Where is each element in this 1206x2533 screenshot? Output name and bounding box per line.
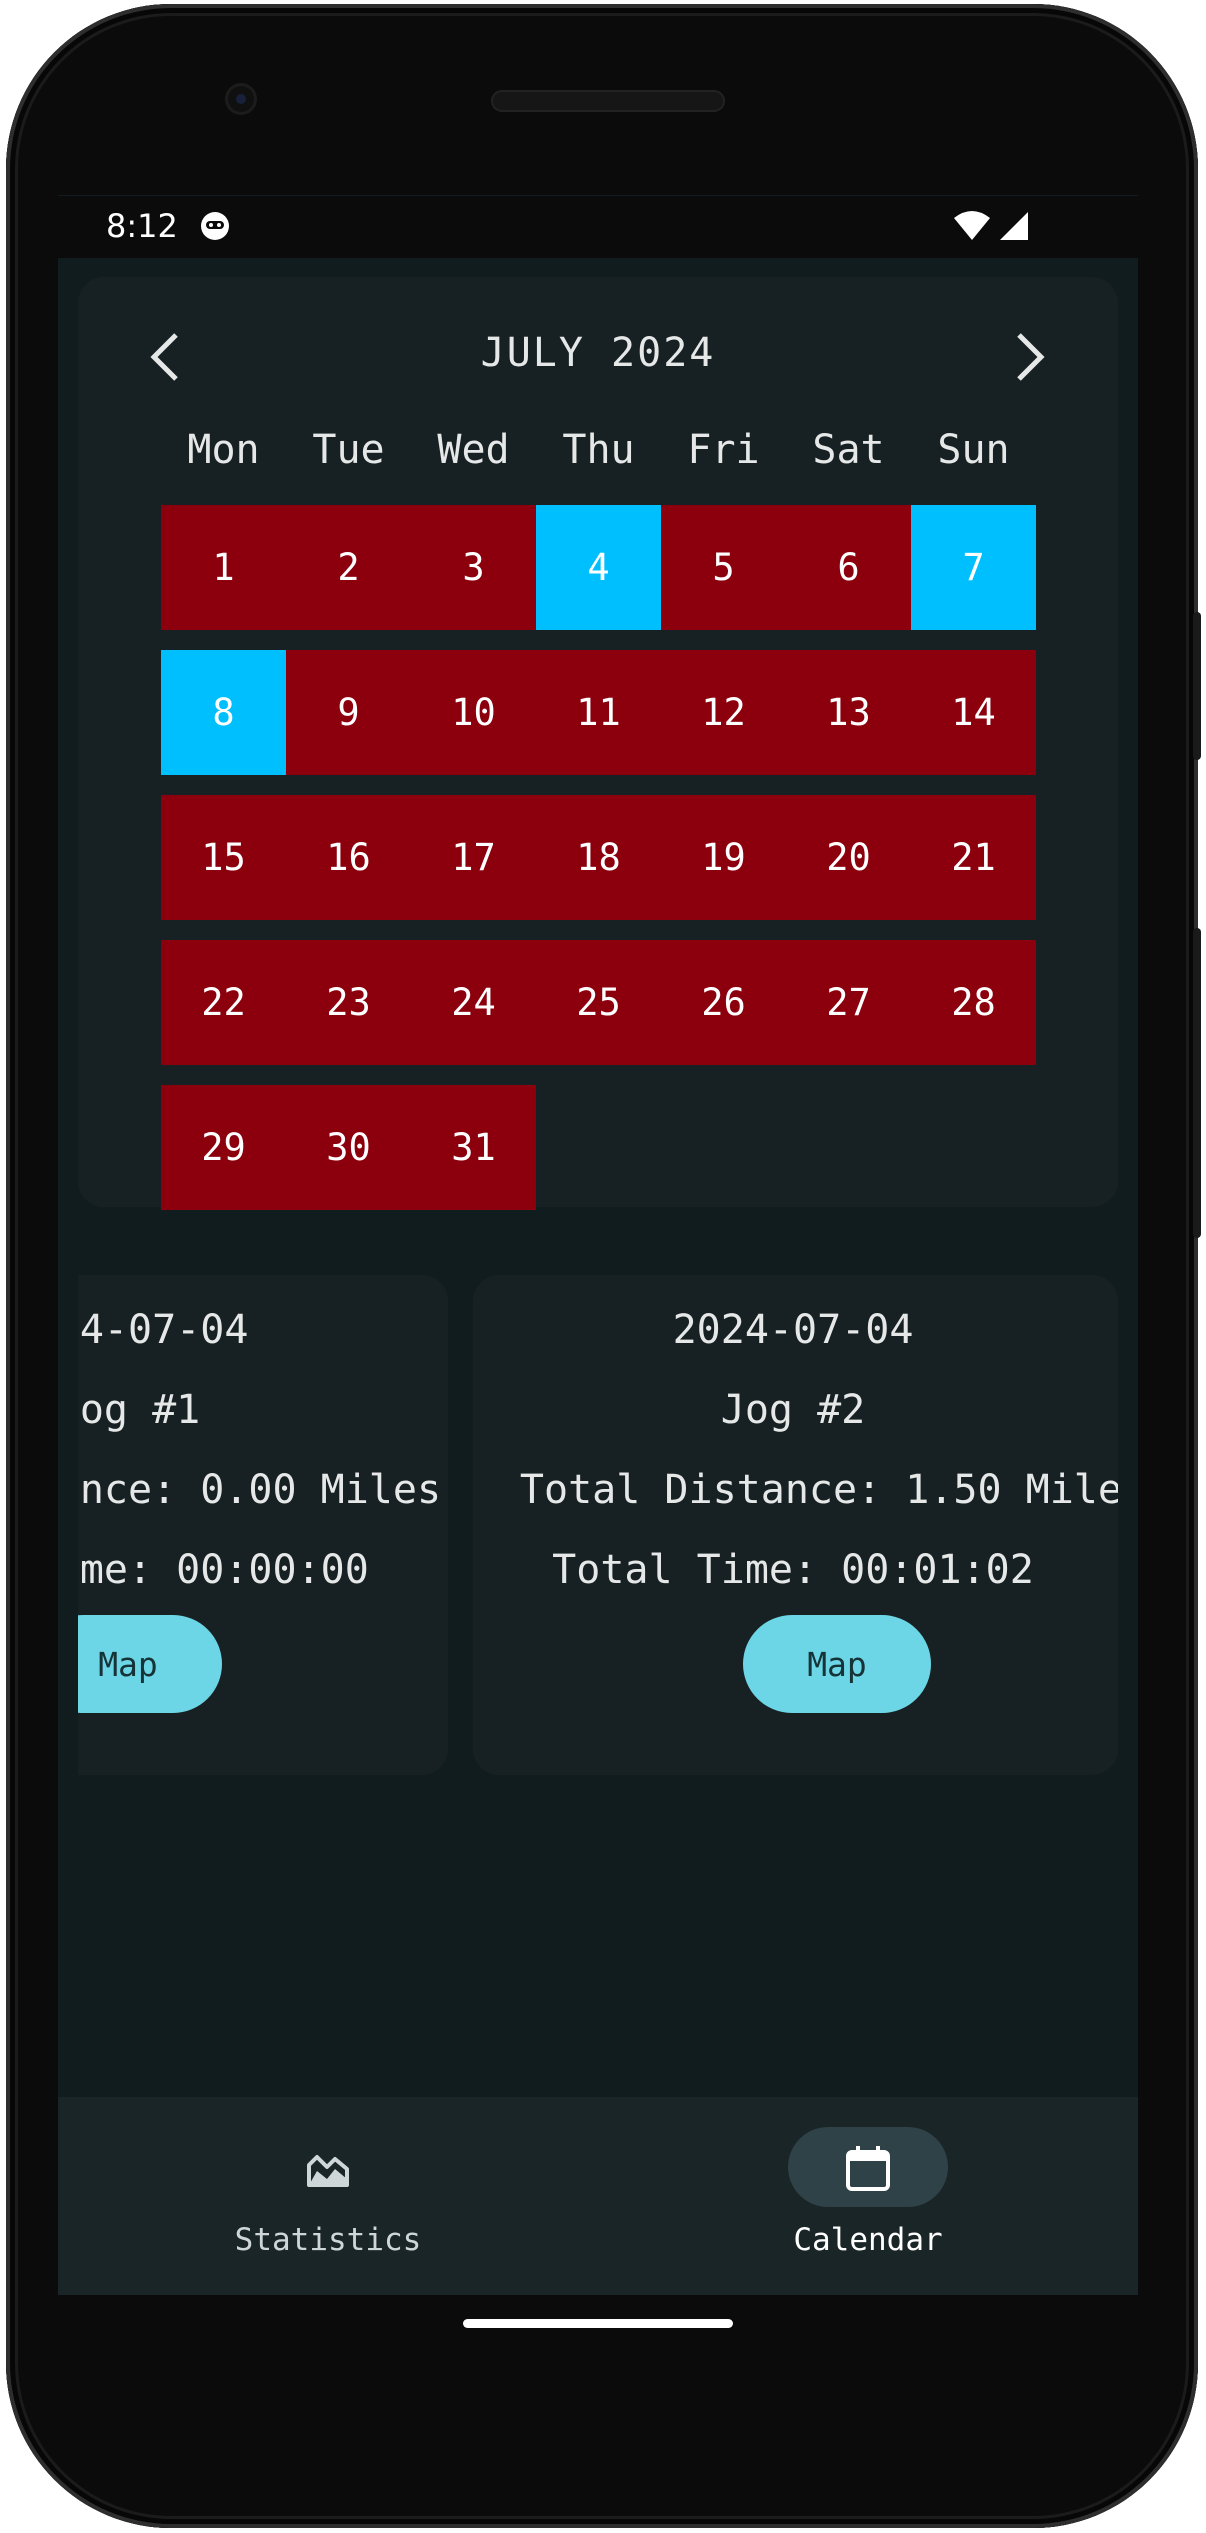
jog-title: Jog #2: [720, 1387, 866, 1433]
jog-distance: Total Distance: 0.00 Miles: [58, 1467, 442, 1513]
front-camera: [225, 83, 257, 115]
next-month-button[interactable]: [1003, 327, 1053, 387]
weekday-header: Mon Tue Wed Thu Fri Sat Sun: [161, 427, 1036, 473]
calendar-day[interactable]: 8: [161, 650, 286, 775]
statistics-icon: [307, 2155, 349, 2187]
jog-date: 2024-07-04: [672, 1307, 914, 1353]
calendar-day[interactable]: 21: [911, 795, 1036, 920]
calendar-day[interactable]: 17: [411, 795, 536, 920]
jog-time: Total Time: 00:01:02: [552, 1547, 1034, 1593]
calendar-day[interactable]: 15: [161, 795, 286, 920]
calendar-card: JULY 2024 Mon Tue Wed Thu Fri Sat Sun 1 …: [78, 277, 1118, 1210]
volume-button: [1193, 928, 1201, 1238]
weekday-label: Wed: [437, 427, 510, 473]
nav-item-statistics[interactable]: Statistics: [58, 2097, 598, 2295]
jog-title: Jog #1: [58, 1387, 201, 1433]
earpiece-speaker: [491, 90, 725, 112]
notification-app-icon: [201, 212, 229, 240]
nav-label: Calendar: [793, 2222, 943, 2258]
weekday-label: Tue: [312, 427, 385, 473]
calendar-day[interactable]: 31: [411, 1085, 536, 1210]
nav-label: Statistics: [234, 2222, 422, 2258]
calendar-day[interactable]: 24: [411, 940, 536, 1065]
weekday-label: Fri: [687, 427, 760, 473]
map-button[interactable]: Map: [78, 1615, 222, 1713]
calendar-day[interactable]: 1: [161, 505, 286, 630]
calendar-day[interactable]: 27: [786, 940, 911, 1065]
calendar-day[interactable]: 7: [911, 505, 1036, 630]
status-time: 8:12: [106, 207, 178, 245]
jog-distance: Total Distance: 1.50 Miles: [519, 1467, 1118, 1513]
calendar-day[interactable]: 6: [786, 505, 911, 630]
chevron-right-icon: [1017, 333, 1045, 381]
calendar-day[interactable]: 25: [536, 940, 661, 1065]
calendar-week: 1 2 3 4 5 6 7: [161, 505, 1036, 630]
jog-time: Total Time: 00:00:00: [58, 1547, 369, 1593]
calendar-day[interactable]: 14: [911, 650, 1036, 775]
calendar-day[interactable]: 29: [161, 1085, 286, 1210]
weekday-label: Sun: [937, 427, 1010, 473]
weekday-label: Mon: [187, 427, 260, 473]
home-indicator[interactable]: [463, 2319, 733, 2328]
calendar-day[interactable]: 11: [536, 650, 661, 775]
calendar-day[interactable]: 30: [286, 1085, 411, 1210]
calendar-day[interactable]: 13: [786, 650, 911, 775]
calendar-week: 29 30 31: [161, 1085, 1036, 1210]
jog-card: 2024-07-04 Jog #2 Total Distance: 1.50 M…: [473, 1275, 1118, 1775]
month-title: JULY 2024: [480, 330, 716, 376]
calendar-day[interactable]: 3: [411, 505, 536, 630]
calendar-day[interactable]: 4: [536, 505, 661, 630]
calendar-day[interactable]: 20: [786, 795, 911, 920]
calendar-day[interactable]: 26: [661, 940, 786, 1065]
wifi-icon: [954, 211, 990, 240]
power-button: [1193, 612, 1201, 760]
calendar-day[interactable]: 16: [286, 795, 411, 920]
calendar-day[interactable]: 10: [411, 650, 536, 775]
nav-item-calendar[interactable]: Calendar: [598, 2097, 1138, 2295]
app-screen: JULY 2024 Mon Tue Wed Thu Fri Sat Sun 1 …: [58, 195, 1138, 2295]
calendar-day[interactable]: 19: [661, 795, 786, 920]
jog-card: 2024-07-04 Jog #1 Total Distance: 0.00 M…: [58, 1275, 448, 1775]
calendar-day[interactable]: 18: [536, 795, 661, 920]
weekday-label: Sat: [812, 427, 885, 473]
calendar-day[interactable]: 28: [911, 940, 1036, 1065]
calendar-day[interactable]: 5: [661, 505, 786, 630]
calendar-day[interactable]: 9: [286, 650, 411, 775]
bottom-navigation: Statistics Calendar: [58, 2097, 1138, 2295]
calendar-day[interactable]: 23: [286, 940, 411, 1065]
calendar-day[interactable]: 22: [161, 940, 286, 1065]
calendar-icon: [846, 2146, 890, 2191]
calendar-week: 22 23 24 25 26 27 28: [161, 940, 1036, 1065]
status-bar: 8:12: [58, 196, 1138, 258]
calendar-day[interactable]: 12: [661, 650, 786, 775]
jog-date: 2024-07-04: [58, 1307, 249, 1353]
calendar-day[interactable]: 2: [286, 505, 411, 630]
cell-signal-icon: [1000, 212, 1028, 240]
calendar-week: 15 16 17 18 19 20 21: [161, 795, 1036, 920]
weekday-label: Thu: [562, 427, 635, 473]
map-button[interactable]: Map: [743, 1615, 931, 1713]
calendar-week: 8 9 10 11 12 13 14: [161, 650, 1036, 775]
